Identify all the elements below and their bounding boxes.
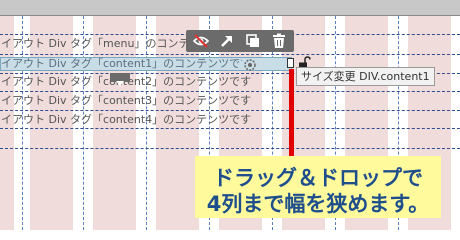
move-handle-tab[interactable] [110, 73, 130, 86]
resize-handle[interactable] [287, 58, 294, 68]
div-boundary-line [0, 110, 460, 111]
arrow-up-right-icon[interactable] [218, 33, 236, 49]
div-boundary-line [0, 148, 460, 149]
div-boundary-line [0, 54, 460, 55]
resize-tooltip: サイズ変更 DIV.content1 [296, 67, 435, 86]
trash-icon[interactable] [270, 33, 288, 49]
element-toolbar [186, 30, 294, 52]
annotation-callout: ドラッグ＆ドロップで 4列まで幅を狭めます。 [195, 156, 441, 218]
settings-gear-icon[interactable] [241, 57, 259, 71]
drag-guide-line [289, 69, 294, 159]
eye-slash-icon[interactable] [192, 33, 210, 49]
design-canvas: レイアウト Div タグ「menu」のコンテンツです レイアウト Div タグ「… [0, 0, 460, 230]
document-tab-strip [0, 0, 460, 16]
div-boundary-line [0, 91, 460, 92]
div-content1[interactable]: レイアウト Div タグ「content1」のコンテンツです [0, 57, 242, 71]
div-content4-text: レイアウト Div タグ「content4」のコンテンツです [0, 113, 252, 126]
div-content1-text: レイアウト Div タグ「content1」のコンテンツです [0, 57, 242, 70]
duplicate-icon[interactable] [244, 33, 262, 49]
div-boundary-line [0, 128, 460, 129]
div-content3-text: レイアウト Div タグ「content3」のコンテンツです [0, 94, 252, 107]
annotation-line-2: 4列まで幅を狭めます。 [206, 192, 430, 216]
div-menu[interactable]: レイアウト Div タグ「menu」のコンテンツです [0, 37, 190, 51]
div-menu-text: レイアウト Div タグ「menu」のコンテンツです [0, 37, 190, 50]
